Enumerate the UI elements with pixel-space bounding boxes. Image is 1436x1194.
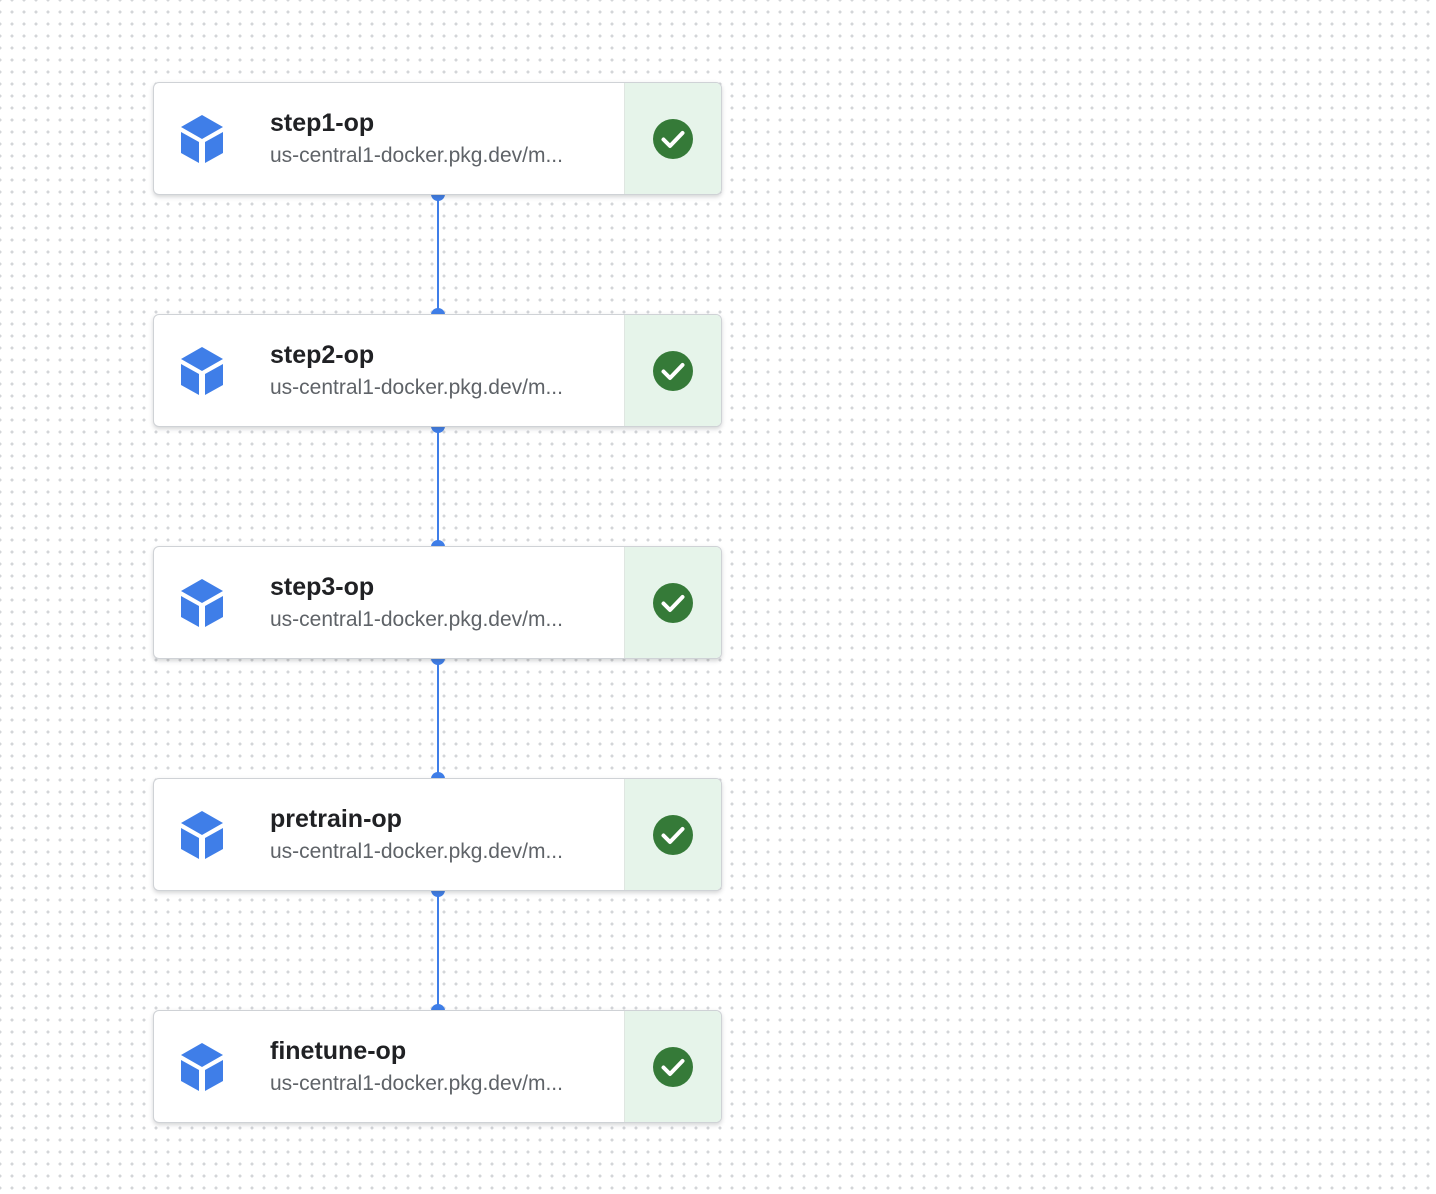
container-cube-icon: [178, 1041, 226, 1093]
check-circle-icon: [653, 350, 693, 391]
container-cube-icon: [178, 113, 226, 165]
node-status-panel: [624, 1011, 721, 1122]
node-finetune-op[interactable]: finetune-op us-central1-docker.pkg.dev/m…: [153, 1010, 722, 1123]
node-status-panel: [624, 779, 721, 890]
node-image-uri: us-central1-docker.pkg.dev/m...: [270, 143, 563, 167]
node-title: pretrain-op: [270, 804, 402, 833]
node-image-uri: us-central1-docker.pkg.dev/m...: [270, 1071, 563, 1095]
node-body: step1-op us-central1-docker.pkg.dev/m...: [154, 83, 624, 194]
pipeline-graph-canvas[interactable]: step1-op us-central1-docker.pkg.dev/m...: [0, 0, 1436, 1194]
node-body: step3-op us-central1-docker.pkg.dev/m...: [154, 547, 624, 658]
node-title: step1-op: [270, 108, 375, 137]
check-circle-icon: [653, 582, 693, 623]
node-image-uri: us-central1-docker.pkg.dev/m...: [270, 375, 563, 399]
node-status-panel: [624, 547, 721, 658]
node-step3-op[interactable]: step3-op us-central1-docker.pkg.dev/m...: [153, 546, 722, 659]
node-pretrain-op[interactable]: pretrain-op us-central1-docker.pkg.dev/m…: [153, 778, 722, 891]
check-circle-icon: [653, 118, 693, 159]
node-step1-op[interactable]: step1-op us-central1-docker.pkg.dev/m...: [153, 82, 722, 195]
node-step2-op[interactable]: step2-op us-central1-docker.pkg.dev/m...: [153, 314, 722, 427]
node-body: finetune-op us-central1-docker.pkg.dev/m…: [154, 1011, 624, 1122]
node-title: step2-op: [270, 340, 375, 369]
node-status-panel: [624, 83, 721, 194]
check-circle-icon: [653, 1046, 693, 1087]
container-cube-icon: [178, 809, 226, 861]
container-cube-icon: [178, 577, 226, 629]
check-circle-icon: [653, 814, 693, 855]
node-image-uri: us-central1-docker.pkg.dev/m...: [270, 839, 563, 863]
node-status-panel: [624, 315, 721, 426]
node-body: pretrain-op us-central1-docker.pkg.dev/m…: [154, 779, 624, 890]
node-title: step3-op: [270, 572, 375, 601]
container-cube-icon: [178, 345, 226, 397]
node-title: finetune-op: [270, 1036, 407, 1065]
node-image-uri: us-central1-docker.pkg.dev/m...: [270, 607, 563, 631]
node-body: step2-op us-central1-docker.pkg.dev/m...: [154, 315, 624, 426]
